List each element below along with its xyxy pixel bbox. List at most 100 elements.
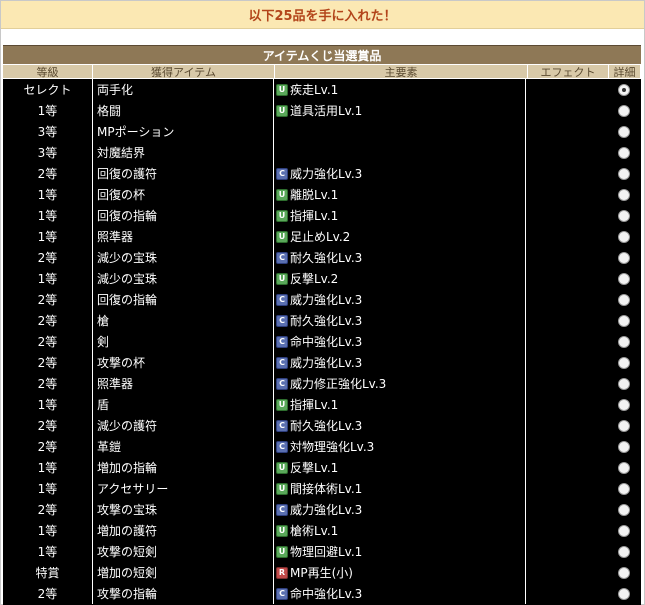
row-grade: 2等 — [37, 377, 58, 391]
row-element-text: 足止めLv.2 — [290, 230, 351, 244]
row-grade: 1等 — [37, 272, 58, 286]
row-details — [606, 415, 641, 436]
rarity-icon: C — [276, 440, 288, 453]
rarity-icon: C — [276, 335, 288, 348]
rarity-icon: U — [276, 230, 288, 243]
detail-radio[interactable] — [617, 566, 630, 579]
prize-table-body: セレクト 両手化 U 疾走Lv.1 1等 格闘 U 道具活用Lv.1 3等 MPポーション 3等 対魔… — [3, 79, 641, 604]
result-banner: 以下25品を手に入れた！ — [1, 1, 644, 29]
row-details — [606, 163, 641, 184]
row-effect — [525, 394, 606, 415]
row-item: 照準器 — [92, 226, 273, 247]
row-item: 攻撃の宝珠 — [92, 499, 273, 520]
row-element: U 疾走Lv.1 — [273, 79, 525, 100]
row-grade: 1等 — [37, 104, 58, 118]
row-effect — [525, 289, 606, 310]
row-item: 対魔結界 — [92, 142, 273, 163]
detail-radio[interactable] — [617, 251, 630, 264]
rarity-icon: U — [276, 524, 288, 537]
row-item: アクセサリー — [92, 478, 273, 499]
detail-radio[interactable] — [617, 230, 630, 243]
detail-radio[interactable] — [617, 167, 630, 180]
detail-radio[interactable] — [617, 503, 630, 516]
row-effect — [525, 163, 606, 184]
row-effect — [525, 310, 606, 331]
row-element: U 足止めLv.2 — [273, 226, 525, 247]
row-details — [606, 268, 641, 289]
rarity-icon: C — [276, 587, 288, 600]
table-row: 2等 回復の護符 C 威力強化Lv.3 — [3, 163, 641, 184]
table-row: 3等 対魔結界 — [3, 142, 641, 163]
detail-radio[interactable] — [617, 83, 630, 96]
row-element-text: 疾走Lv.1 — [290, 83, 339, 97]
table-row: セレクト 両手化 U 疾走Lv.1 — [3, 79, 641, 100]
detail-radio[interactable] — [617, 545, 630, 558]
detail-radio[interactable] — [617, 335, 630, 348]
header-grade: 等級 — [3, 65, 93, 78]
table-row: 1等 増加の護符 U 槍術Lv.1 — [3, 520, 641, 541]
row-element: U 反撃Lv.1 — [273, 457, 525, 478]
detail-radio[interactable] — [617, 377, 630, 390]
row-details — [606, 184, 641, 205]
detail-radio[interactable] — [617, 293, 630, 306]
row-details — [606, 562, 641, 583]
row-grade: 2等 — [37, 587, 58, 601]
detail-radio[interactable] — [617, 314, 630, 327]
row-element: U 離脱Lv.1 — [273, 184, 525, 205]
detail-radio[interactable] — [617, 440, 630, 453]
table-row: 2等 減少の護符 C 耐久強化Lv.3 — [3, 415, 641, 436]
row-effect — [525, 226, 606, 247]
detail-radio[interactable] — [617, 104, 630, 117]
row-item: 回復の指輪 — [92, 289, 273, 310]
row-element: R MP再生(小) — [273, 562, 525, 583]
row-grade: 特賞 — [35, 566, 60, 580]
row-grade: 3等 — [37, 146, 58, 160]
row-effect — [525, 205, 606, 226]
row-element-text: 対物理強化Lv.3 — [290, 440, 375, 454]
row-effect — [525, 541, 606, 562]
row-element-text: 威力強化Lv.3 — [290, 356, 363, 370]
row-item: 照準器 — [92, 373, 273, 394]
row-grade: 1等 — [37, 524, 58, 538]
row-element: U 道具活用Lv.1 — [273, 100, 525, 121]
rarity-icon: C — [276, 503, 288, 516]
rarity-icon: U — [276, 188, 288, 201]
row-details — [606, 520, 641, 541]
rarity-icon: C — [276, 377, 288, 390]
detail-radio[interactable] — [617, 146, 630, 159]
row-element: C 耐久強化Lv.3 — [273, 247, 525, 268]
row-element: U 槍術Lv.1 — [273, 520, 525, 541]
table-row: 1等 盾 U 指揮Lv.1 — [3, 394, 641, 415]
row-element: C 命中強化Lv.3 — [273, 583, 525, 604]
row-grade: 2等 — [37, 440, 58, 454]
detail-radio[interactable] — [617, 188, 630, 201]
detail-radio[interactable] — [617, 209, 630, 222]
row-element-text: 耐久強化Lv.3 — [290, 251, 363, 265]
detail-radio[interactable] — [617, 419, 630, 432]
detail-radio[interactable] — [617, 356, 630, 369]
detail-radio[interactable] — [617, 125, 630, 138]
row-element: U 物理回避Lv.1 — [273, 541, 525, 562]
row-details — [606, 457, 641, 478]
row-effect — [525, 352, 606, 373]
row-effect — [525, 184, 606, 205]
detail-radio[interactable] — [617, 461, 630, 474]
row-element: C 命中強化Lv.3 — [273, 331, 525, 352]
row-item: 槍 — [92, 310, 273, 331]
header-details: 詳細 — [609, 65, 641, 78]
row-element: C 対物理強化Lv.3 — [273, 436, 525, 457]
rarity-icon: R — [276, 566, 288, 579]
rarity-icon: U — [276, 461, 288, 474]
detail-radio[interactable] — [617, 398, 630, 411]
row-grade: 3等 — [37, 125, 58, 139]
row-grade: 1等 — [37, 461, 58, 475]
row-element: U 指揮Lv.1 — [273, 394, 525, 415]
rarity-icon: U — [276, 209, 288, 222]
row-element-text: 物理回避Lv.1 — [290, 545, 363, 559]
detail-radio[interactable] — [617, 524, 630, 537]
detail-radio[interactable] — [617, 482, 630, 495]
detail-radio[interactable] — [617, 587, 630, 600]
row-element-text: 指揮Lv.1 — [290, 209, 339, 223]
detail-radio[interactable] — [617, 272, 630, 285]
row-element-text: 槍術Lv.1 — [290, 524, 339, 538]
